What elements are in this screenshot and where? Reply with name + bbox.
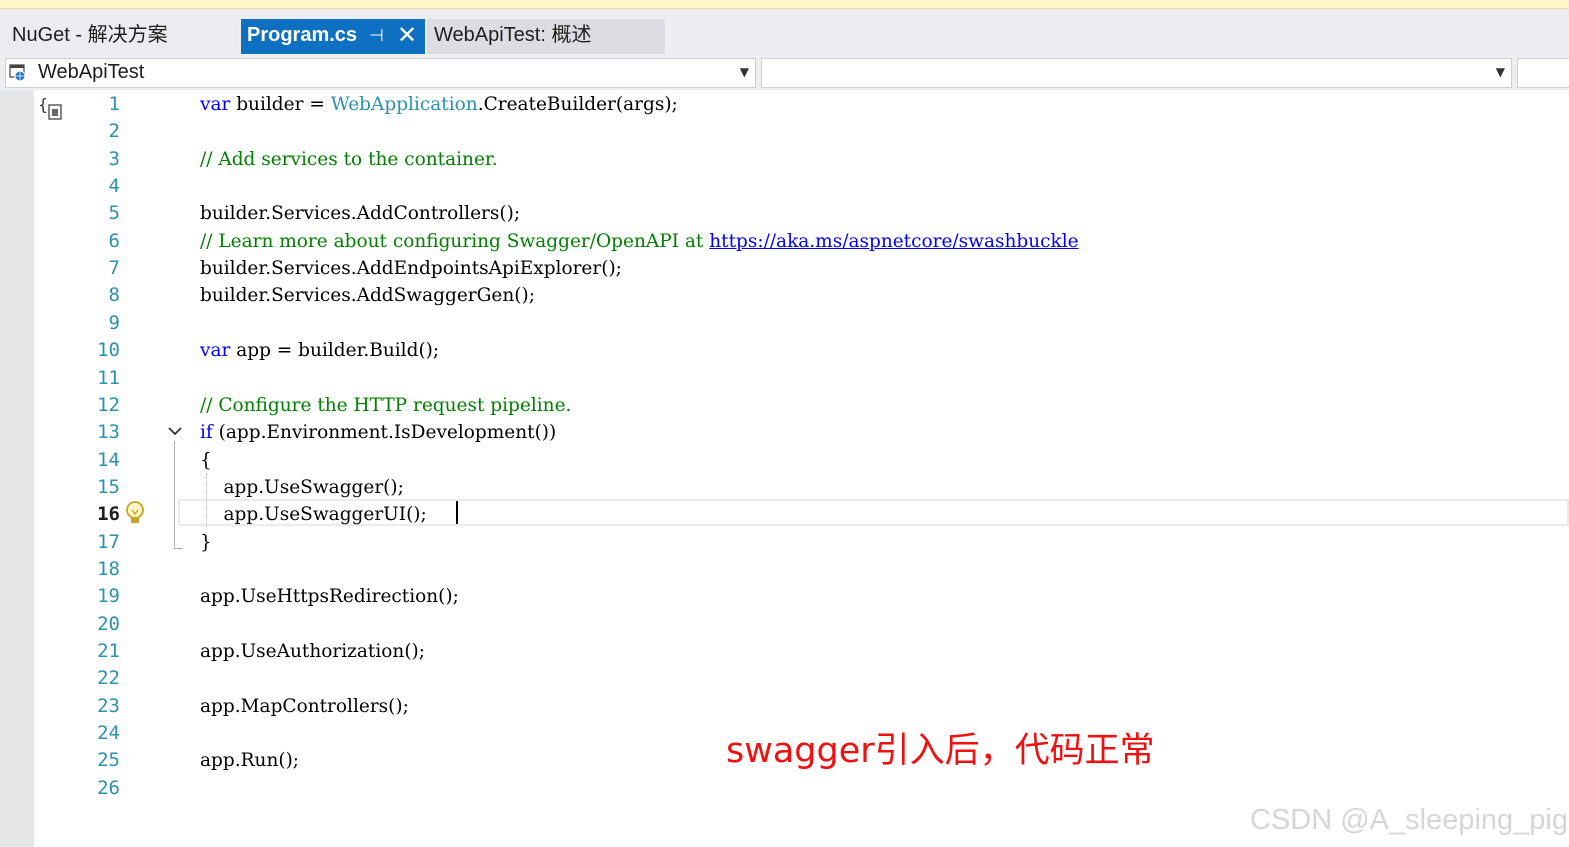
tab-label: Program.cs (247, 24, 358, 46)
code-line[interactable]: 8 builder.Services.AddSwaggerGen(); (0, 282, 1569, 309)
tab-label: NuGet - 解决方案 (12, 24, 168, 46)
line-code: builder.Services.AddEndpointsApiExplorer… (200, 258, 622, 280)
line-code: var builder = WebApplication.CreateBuild… (200, 94, 678, 115)
type-selector[interactable]: ▼ (761, 58, 1512, 88)
chevron-down-icon[interactable]: ▼ (740, 65, 749, 79)
line-code: app.Run(); (200, 750, 300, 772)
code-line[interactable]: 16 app.UseSwaggerUI(); (0, 501, 1569, 528)
code-line[interactable]: 11 (0, 365, 1569, 392)
line-code: app.UseSwaggerUI(); (200, 504, 427, 526)
code-line[interactable]: 4 (0, 173, 1569, 200)
line-code: // Add services to the container. (200, 148, 498, 170)
line-number: 14 (97, 448, 120, 471)
code-line[interactable]: 18 (0, 556, 1569, 583)
watermark: CSDN @A_sleeping_pig (1250, 804, 1568, 836)
line-number: 4 (108, 175, 120, 198)
code-line[interactable]: 5 builder.Services.AddControllers(); (0, 200, 1569, 227)
code-line[interactable]: 10 var app = builder.Build(); (0, 337, 1569, 364)
code-line[interactable]: 6 // Learn more about configuring Swagger… (0, 228, 1569, 255)
code-line[interactable]: 26 (0, 775, 1569, 802)
line-number: 1 (108, 93, 120, 115)
line-code: app.MapControllers(); (200, 695, 409, 717)
line-code: app.UseSwagger(); (200, 476, 404, 498)
line-number: 12 (97, 393, 120, 416)
chevron-down-icon[interactable]: ▼ (1496, 65, 1505, 79)
line-number: 5 (108, 202, 120, 225)
code-line[interactable]: 15 app.UseSwagger(); (0, 474, 1569, 501)
line-number: 23 (97, 694, 120, 717)
line-number: 10 (97, 339, 120, 362)
code-line[interactable]: 7 builder.Services.AddEndpointsApiExplore… (0, 255, 1569, 282)
line-code: } (200, 531, 212, 553)
code-line[interactable]: 13 if (app.Environment.IsDevelopment()) (0, 419, 1569, 446)
text-caret (456, 501, 458, 524)
line-number: 17 (97, 530, 120, 553)
tab-program-cs[interactable]: Program.cs ⊣ ✕ (241, 19, 425, 54)
line-number: 6 (108, 229, 120, 252)
line-code: // Learn more about configuring Swagger/… (200, 230, 1079, 252)
code-line[interactable]: 2 (0, 118, 1569, 145)
line-number: 18 (97, 557, 120, 580)
line-code: builder.Services.AddSwaggerGen(); (200, 285, 535, 307)
line-code: var app = builder.Build(); (200, 340, 440, 362)
code-line[interactable]: 14 { (0, 447, 1569, 474)
line-number: 7 (108, 257, 120, 280)
line-number: 3 (108, 147, 120, 170)
line-number: 16 (97, 503, 120, 526)
line-number: 2 (108, 120, 120, 143)
tab-label: WebApiTest: 概述 (434, 24, 592, 46)
code-line[interactable]: 19 app.UseHttpsRedirection(); (0, 583, 1569, 610)
tab-nuget-solution[interactable]: NuGet - 解决方案 (0, 19, 238, 54)
line-number: 25 (97, 749, 120, 772)
line-number: 20 (97, 612, 120, 635)
project-name: WebApiTest (38, 61, 145, 83)
line-number: 11 (97, 366, 120, 389)
line-number: 21 (97, 640, 120, 662)
code-line[interactable]: 21 app.UseAuthorization(); (0, 638, 1569, 665)
project-selector[interactable]: WebApiTest ▼ (5, 58, 756, 88)
line-number: 19 (97, 585, 120, 608)
line-number: 13 (97, 421, 120, 444)
line-number: 8 (108, 284, 120, 307)
line-code: { (200, 449, 212, 471)
code-line[interactable]: 3 // Add services to the container. (0, 146, 1569, 173)
navigation-bar: WebApiTest ▼ ▼ (0, 54, 1569, 90)
line-code: // Configure the HTTP request pipeline. (200, 394, 572, 416)
member-selector[interactable] (1517, 58, 1569, 88)
code-line[interactable]: 1 var builder = WebApplication.CreateBuil… (0, 91, 1569, 118)
code-line[interactable]: 22 (0, 665, 1569, 692)
project-globe-icon (9, 64, 26, 82)
code-line[interactable]: 9 (0, 310, 1569, 337)
close-icon[interactable]: ✕ (397, 19, 417, 52)
pin-icon[interactable]: ⊣ (369, 19, 384, 52)
annotation-text: swagger引入后，代码正常 (726, 731, 1155, 771)
code-line[interactable]: 23 app.MapControllers(); (0, 693, 1569, 720)
line-number: 26 (97, 776, 120, 799)
line-code: builder.Services.AddControllers(); (200, 203, 521, 225)
info-strip (0, 0, 1569, 9)
line-number: 24 (97, 722, 120, 745)
line-number: 15 (97, 475, 120, 498)
line-code: if (app.Environment.IsDevelopment()) (200, 422, 557, 444)
code-line[interactable]: 12 // Configure the HTTP request pipeline… (0, 392, 1569, 419)
tab-webapitest-overview[interactable]: WebApiTest: 概述 (427, 19, 665, 54)
code-line[interactable]: 17} (0, 529, 1569, 556)
document-tab-bar: NuGet - 解决方案 Program.cs ⊣ ✕ WebApiTest: … (0, 9, 1569, 54)
line-number: 22 (97, 667, 120, 690)
line-code: app.UseAuthorization(); (200, 641, 425, 662)
code-editor[interactable]: { 1 var builder = WebApplication.CreateBu… (0, 90, 1569, 847)
code-line[interactable]: 20 (0, 611, 1569, 638)
line-code: app.UseHttpsRedirection(); (200, 586, 459, 608)
line-number: 9 (108, 311, 120, 334)
